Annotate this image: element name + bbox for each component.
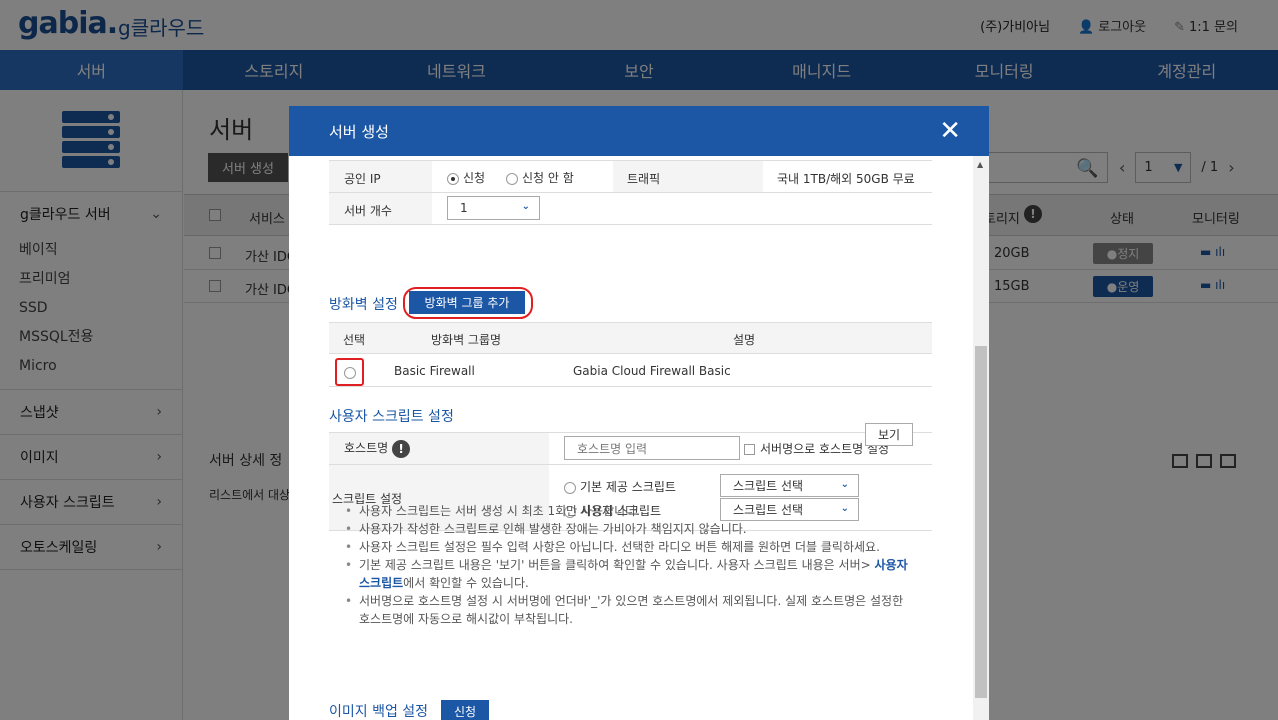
ip-apply-radio[interactable]: 신청	[447, 169, 485, 186]
modal-title: 서버 생성	[329, 122, 389, 141]
note-text: 에서 확인할 수 있습니다.	[403, 576, 529, 590]
default-script-select[interactable]: 스크립트 선택 ⌄	[720, 474, 859, 497]
note-item: 서버명으로 호스트명 설정 시 서버명에 언더바'_'가 있으면 호스트명에서 …	[345, 592, 915, 628]
fw-row-desc: Gabia Cloud Firewall Basic	[573, 364, 731, 378]
divider	[329, 224, 932, 225]
user-script-section-title: 사용자 스크립트 설정	[329, 409, 454, 425]
checkbox-icon	[744, 444, 755, 455]
firewall-table-header: 선택 방화벽 그룹명 설명	[329, 322, 932, 354]
note-item: 사용자 스크립트는 서버 생성 시 최초 1회만 사용합니다.	[345, 502, 915, 520]
hostname-label-text: 호스트명	[344, 441, 389, 455]
public-ip-label: 공인 IP	[344, 172, 381, 186]
fw-row-name: Basic Firewall	[394, 364, 475, 378]
scrollbar-thumb[interactable]	[975, 346, 987, 698]
ip-apply-label: 신청	[463, 171, 486, 185]
server-count-value: 1	[460, 201, 468, 215]
hostname-label: 호스트명!	[344, 439, 411, 458]
server-count-label: 서버 개수	[344, 204, 392, 218]
create-server-modal: 서버 생성 ✕ 공인 IP 신청 신청 안 함 트래픽 국내 1TB/해외 50…	[289, 106, 989, 720]
server-count-select[interactable]: 1 ⌄	[447, 196, 540, 220]
traffic-label: 트래픽	[627, 172, 661, 186]
modal-scrollbar[interactable]: ▲	[973, 156, 989, 720]
close-icon[interactable]: ✕	[939, 118, 961, 144]
fw-col-name: 방화벽 그룹명	[431, 333, 502, 347]
chevron-down-icon: ⌄	[521, 201, 530, 212]
radio-icon	[564, 481, 576, 494]
firewall-section-title: 방화벽 설정	[329, 297, 398, 313]
ip-no-apply-label: 신청 안 함	[522, 171, 574, 185]
image-backup-section-title: 이미지 백업 설정	[329, 704, 429, 720]
view-script-button[interactable]: 보기	[865, 423, 913, 446]
hostname-input[interactable]: 호스트명 입력	[564, 436, 740, 460]
modal-body: 공인 IP 신청 신청 안 함 트래픽 국내 1TB/해외 50GB 무료 서버…	[289, 156, 973, 720]
add-firewall-group-button[interactable]: 방화벽 그룹 추가	[409, 291, 525, 314]
firewall-select-radio[interactable]	[344, 365, 360, 379]
chevron-down-icon: ⌄	[840, 479, 849, 490]
radio-icon	[447, 172, 459, 185]
divider	[329, 386, 932, 387]
scroll-up-icon[interactable]: ▲	[977, 160, 983, 169]
default-script-radio[interactable]: 기본 제공 스크립트	[564, 478, 676, 495]
fw-col-select: 선택	[343, 333, 366, 347]
note-text: 기본 제공 스크립트 내용은 '보기' 버튼을 클릭하여 확인할 수 있습니다.…	[359, 558, 871, 572]
traffic-value: 국내 1TB/해외 50GB 무료	[777, 172, 915, 186]
info-icon[interactable]: !	[392, 439, 411, 458]
default-script-label: 기본 제공 스크립트	[580, 480, 676, 494]
user-script-notes: 사용자 스크립트는 서버 생성 시 최초 1회만 사용합니다. 사용자가 작성한…	[345, 502, 915, 628]
modal-header: 서버 생성 ✕	[289, 106, 989, 156]
fw-col-desc: 설명	[733, 333, 756, 347]
image-backup-apply-button[interactable]: 신청	[441, 700, 489, 720]
ip-no-apply-radio[interactable]: 신청 안 함	[506, 169, 574, 186]
note-item: 사용자 스크립트 설정은 필수 입력 사항은 아닙니다. 선택한 라디오 버튼 …	[345, 538, 915, 556]
radio-icon	[506, 172, 518, 185]
default-script-select-value: 스크립트 선택	[733, 479, 804, 493]
radio-icon	[344, 366, 356, 379]
note-item: 사용자가 작성한 스크립트로 인해 발생한 장애는 가비아가 책임지지 않습니다…	[345, 520, 915, 538]
note-item: 기본 제공 스크립트 내용은 '보기' 버튼을 클릭하여 확인할 수 있습니다.…	[345, 556, 915, 592]
